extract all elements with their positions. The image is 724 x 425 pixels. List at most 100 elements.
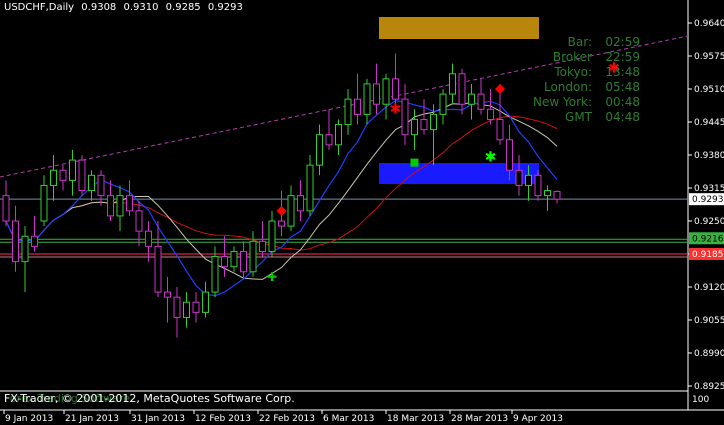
ohlc-open: 0.9308 xyxy=(81,2,117,13)
time-tick-label: 6 Mar 2013 xyxy=(323,414,374,424)
clock-value: 02:59 xyxy=(605,35,640,49)
candle-body xyxy=(211,256,219,293)
candle-body xyxy=(59,169,67,181)
candle-body xyxy=(31,235,38,247)
price-tick-label: 0.9250 xyxy=(694,217,724,227)
ohlc-high: 0.9310 xyxy=(123,2,159,13)
candle-body xyxy=(21,235,29,263)
candle-body xyxy=(287,195,295,227)
clock-value: 13:48 xyxy=(605,65,640,79)
candle-body xyxy=(354,98,361,115)
ohlc-low: 0.9285 xyxy=(165,2,201,13)
candle-body xyxy=(40,184,48,222)
candle-body xyxy=(278,220,285,227)
candle-body xyxy=(487,108,494,120)
time-tick-label: 31 Jan 2013 xyxy=(131,414,185,424)
level-red-price-label: 0.9185 xyxy=(692,250,724,260)
price-tick-label: 0.9510 xyxy=(694,85,724,95)
signal-square xyxy=(410,158,419,167)
candle-body xyxy=(439,93,447,115)
candle-body xyxy=(173,296,181,318)
ohlc-close: 0.9293 xyxy=(207,2,243,13)
candle-body xyxy=(335,124,342,146)
price-tick-label: 0.9055 xyxy=(694,316,724,326)
price-tick-label: 0.9575 xyxy=(694,52,724,62)
chart-window[interactable]: ✱ ✱ ✱ ✚ 0.9640 0.9575 0.9510 0.9445 0.9380 0.931… xyxy=(0,0,724,425)
clock-value: 00:48 xyxy=(605,95,640,109)
candle-body xyxy=(50,169,57,186)
candle-body xyxy=(506,139,513,171)
candle-body xyxy=(107,195,114,217)
candle-body xyxy=(515,169,523,186)
clock-row-tokyo: Tokyo: 13:48 xyxy=(554,65,640,79)
clock-value: 22:59 xyxy=(605,50,640,64)
candle-body xyxy=(183,301,190,318)
price-tick-label: 0.9445 xyxy=(694,118,724,128)
price-tick-label: 0.9120 xyxy=(694,283,724,293)
price-tick-label: 0.8925 xyxy=(694,382,724,392)
candle-body xyxy=(544,190,551,197)
candle-body xyxy=(534,174,542,197)
candle-body xyxy=(344,98,352,126)
time-tick-label: 21 Jan 2013 xyxy=(65,414,119,424)
candle-body xyxy=(449,73,456,95)
candle-body xyxy=(306,164,314,212)
time-tick-label: 9 Jan 2013 xyxy=(5,414,53,424)
candle-body xyxy=(420,118,428,131)
clock-value: 04:48 xyxy=(605,110,640,124)
candle-body xyxy=(411,118,418,136)
price-tick-label: 0.9380 xyxy=(694,151,724,161)
candle-body xyxy=(316,134,323,166)
time-tick-label: 12 Feb 2013 xyxy=(195,414,251,424)
clock-label: London: xyxy=(543,80,592,94)
clock-row-bar: Bar: 02:59 xyxy=(568,35,640,49)
candle-body xyxy=(373,83,380,105)
signal-star: ✱ xyxy=(485,150,497,166)
candle-body xyxy=(477,93,485,110)
clock-row-london: London: 05:48 xyxy=(544,80,640,94)
candle-body xyxy=(240,250,247,273)
candle-body xyxy=(430,113,437,131)
candle-body xyxy=(97,174,105,197)
signal-cross: ✚ xyxy=(267,270,277,284)
candle-body xyxy=(202,291,209,313)
price-tick-label: 0.8990 xyxy=(694,349,724,359)
clock-row-newyork: New York: 00:48 xyxy=(533,95,640,109)
signal-star: ✱ xyxy=(390,101,402,117)
clock-row-gmt: GMT 04:48 xyxy=(565,110,640,124)
sub-window-value-label: 100 xyxy=(692,395,709,405)
candle-body xyxy=(458,73,466,105)
chart-header: USDCHF,Daily 0.9308 0.9310 0.9285 0.9293 xyxy=(4,2,247,13)
clock-label: Tokyo: xyxy=(554,65,592,79)
candle-body xyxy=(230,250,238,268)
clock-row-broker: Broker 22:59 xyxy=(553,50,640,64)
candle-body xyxy=(525,174,532,186)
level-green-price-label: 0.9216 xyxy=(692,234,724,244)
indicator-zone-blue xyxy=(379,163,539,184)
clock-label: New York: xyxy=(533,95,592,109)
footer-copyright: FX-Trader, © 2001-2012, MetaQuotes Softw… xyxy=(4,392,295,405)
current-price-label: 0.9293 xyxy=(692,195,724,205)
candle-body xyxy=(382,78,390,105)
candle-body xyxy=(164,291,171,298)
candle-body xyxy=(401,98,409,136)
candle-body xyxy=(325,134,333,146)
candle-body xyxy=(69,159,76,181)
clock-label: Broker xyxy=(552,50,592,64)
candle-body xyxy=(192,301,200,313)
candle-body xyxy=(154,245,162,293)
clock-value: 05:48 xyxy=(605,80,640,94)
candle-body xyxy=(2,195,10,222)
symbol-period: USDCHF,Daily xyxy=(4,2,75,13)
candle-body xyxy=(297,195,304,212)
candle-body xyxy=(221,256,228,268)
candle-body xyxy=(363,83,371,115)
candle-body xyxy=(126,195,133,212)
candle-body xyxy=(249,240,257,273)
time-tick-label: 9 Apr 2013 xyxy=(513,414,563,424)
candle-body xyxy=(268,220,276,252)
candle-body xyxy=(553,191,561,200)
candle-body xyxy=(12,220,19,263)
candle-body xyxy=(145,230,152,247)
candle-body xyxy=(78,159,86,192)
